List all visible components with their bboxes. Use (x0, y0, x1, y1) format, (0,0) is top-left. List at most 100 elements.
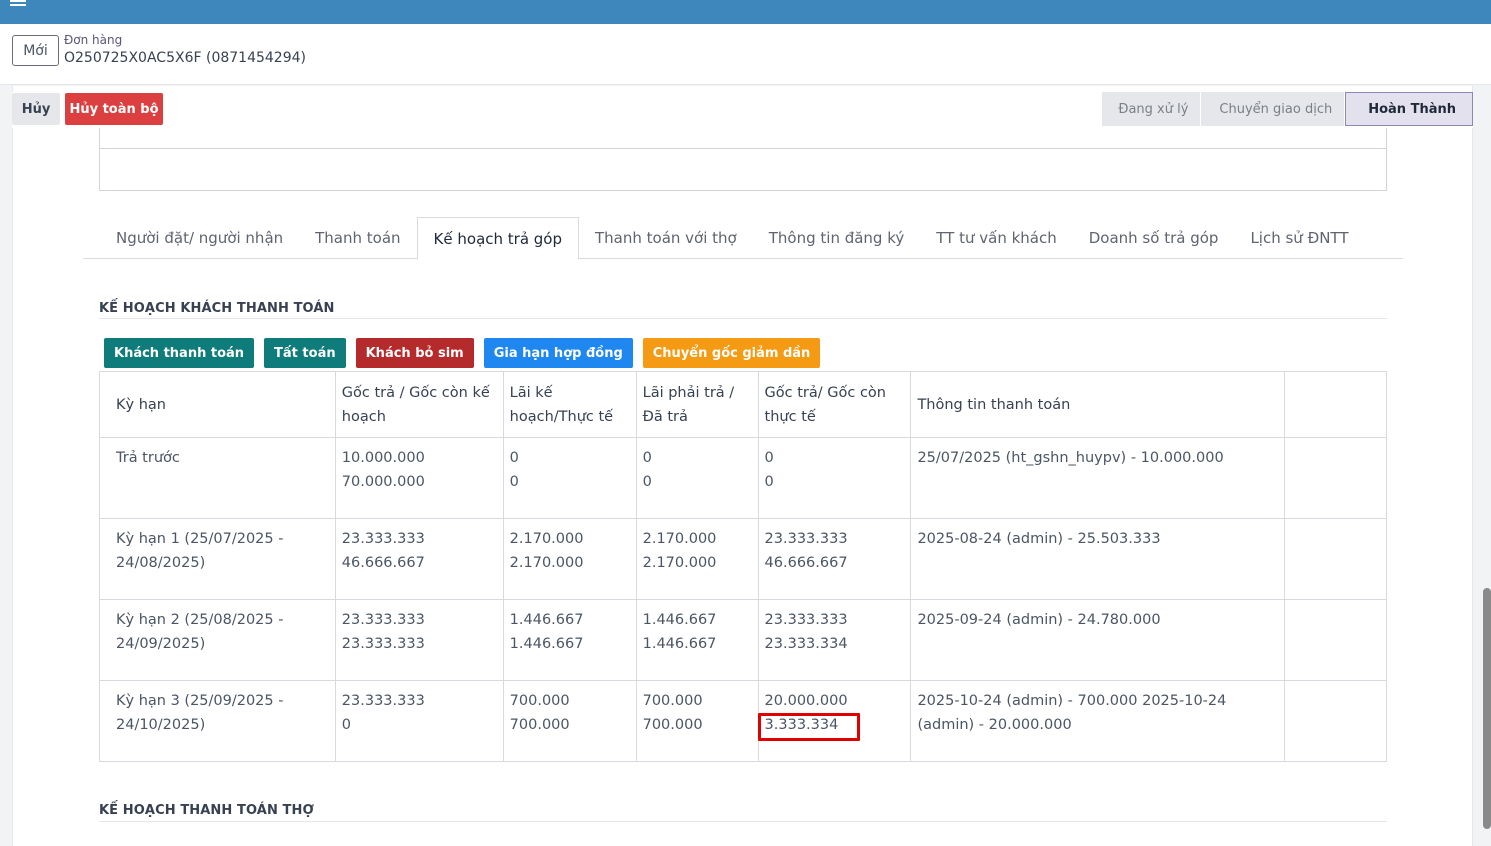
cell-value: 46.666.667 (764, 555, 848, 571)
payment-info-cell: 2025-09-24 (admin) - 24.780.000 (910, 599, 1286, 681)
cell-value: 1.446.667 (509, 612, 584, 628)
status-bar: Hủy Hủy toàn bộ Đang xử lý Chuyển giao d… (12, 92, 1473, 128)
empty-cell (1284, 680, 1387, 762)
term-cell: Trả trước (99, 437, 336, 519)
cell-value: 23.333.333 (341, 693, 425, 709)
plan-interest-cell: 700.000 700.000 (502, 680, 637, 762)
cell-value: 2.170.000 (642, 555, 717, 571)
plan-interest-cell: 00 (502, 437, 637, 519)
cell-value: 700.000 (642, 717, 703, 733)
actual-principal-cell: 23.333.333 46.666.667 (757, 518, 912, 600)
column-header: Lãi kế hoạch/Thực tế (502, 371, 637, 438)
divider (1386, 128, 1387, 148)
cell-value: 1.446.667 (642, 612, 717, 628)
cell-value: 700.000 (509, 693, 570, 709)
interest-paid-cell: 1.446.667 1.446.667 (635, 599, 759, 681)
cell-value: 0 (509, 450, 519, 466)
cell-value: 23.333.333 (341, 636, 425, 652)
cell-value: 0 (764, 450, 774, 466)
decreasing-principal-button[interactable]: Chuyển gốc giảm dần (642, 338, 821, 368)
plan-principal-cell: 23.333.333 0 (334, 680, 504, 762)
action-buttons: Khách thanh toán Tất toán Khách bỏ sim G… (104, 338, 821, 368)
column-header: Lãi phải trả / Đã trả (635, 371, 759, 438)
cell-value: 70.000.000 (341, 474, 425, 490)
cell-value: 1.446.667 (642, 636, 717, 652)
tab-payment-history[interactable]: Lịch sử ĐNTT (1234, 217, 1364, 259)
column-header: Thông tin thanh toán (910, 371, 1286, 438)
customer-pay-button[interactable]: Khách thanh toán (104, 338, 255, 368)
cell-value: 0 (509, 474, 519, 490)
cell-value: 10.000.000 (341, 450, 425, 466)
empty-cell (1284, 437, 1387, 519)
divider (99, 318, 1387, 319)
cell-value: 2.170.000 (509, 555, 584, 571)
interest-paid-cell: 2.170.000 2.170.000 (635, 518, 759, 600)
column-header: Gốc trả / Gốc còn kế hoạch (334, 371, 504, 438)
cancel-all-button[interactable]: Hủy toàn bộ (65, 93, 163, 125)
tab-worker-payment[interactable]: Thanh toán với thợ (579, 217, 753, 259)
customer-drop-sim-button[interactable]: Khách bỏ sim (355, 338, 474, 368)
cell-value: 20.000.000 (764, 693, 848, 709)
empty-cell (1284, 599, 1387, 681)
cell-value: 23.333.333 (764, 612, 848, 628)
actual-principal-cell: 23.333.333 23.333.334 (757, 599, 912, 681)
table-row[interactable]: Kỳ hạn 2 (25/08/2025 - 24/09/2025) 23.33… (99, 599, 1387, 681)
cell-value: 0 (642, 474, 652, 490)
plan-principal-cell: 10.000.000 70.000.000 (334, 437, 504, 519)
term-cell: Kỳ hạn 1 (25/07/2025 - 24/08/2025) (99, 518, 336, 600)
cell-value: 2.170.000 (509, 531, 584, 547)
cell-value: 23.333.333 (341, 612, 425, 628)
interest-paid-cell: 700.000 700.000 (635, 680, 759, 762)
stage-processing[interactable]: Đang xử lý (1102, 92, 1202, 126)
cell-value: 46.666.667 (341, 555, 425, 571)
cancel-button[interactable]: Hủy (12, 93, 60, 125)
settle-button[interactable]: Tất toán (264, 338, 346, 368)
stage-completed[interactable]: Hoàn Thành (1345, 92, 1473, 126)
cell-value: 0 (341, 717, 352, 733)
actual-principal-cell: 00 (757, 437, 912, 519)
installment-plan-table: Kỳ hạn Gốc trả / Gốc còn kế hoạch Lãi kế… (99, 371, 1387, 762)
cell-value: 0 (642, 450, 652, 466)
new-button[interactable]: Mới (12, 35, 59, 66)
tab-installment-sales[interactable]: Doanh số trả góp (1073, 217, 1235, 259)
stage-pipeline: Đang xử lý Chuyển giao dịch Hoàn Thành (1102, 92, 1473, 126)
term-cell: Kỳ hạn 3 (25/09/2025 - 24/10/2025) (99, 680, 336, 762)
interest-paid-cell: 00 (635, 437, 759, 519)
notebook-tabs: Người đặt/ người nhận Thanh toán Kế hoạc… (83, 217, 1403, 260)
plan-principal-cell: 23.333.333 23.333.333 (334, 599, 504, 681)
column-header: Kỳ hạn (99, 371, 336, 438)
breadcrumb-current: O250725X0AC5X6F (0871454294) (64, 50, 306, 66)
field-box (99, 148, 1387, 191)
cell-value: 0 (764, 474, 774, 490)
cell-value: 1.446.667 (509, 636, 584, 652)
top-navbar (0, 0, 1491, 24)
tab-customer-consulting[interactable]: TT tư vấn khách (920, 217, 1072, 259)
divider (99, 128, 100, 148)
tab-installment-plan[interactable]: Kế hoạch trả góp (416, 217, 580, 260)
table-row[interactable]: Kỳ hạn 3 (25/09/2025 - 24/10/2025) 23.33… (99, 680, 1387, 762)
table-header-row: Kỳ hạn Gốc trả / Gốc còn kế hoạch Lãi kế… (99, 371, 1387, 438)
term-cell: Kỳ hạn 2 (25/08/2025 - 24/09/2025) (99, 599, 336, 681)
control-panel: Mới Đơn hàng O250725X0AC5X6F (0871454294… (0, 24, 1491, 85)
tab-registration-info[interactable]: Thông tin đăng ký (753, 217, 921, 259)
tab-payment[interactable]: Thanh toán (299, 217, 416, 259)
table-row[interactable]: Kỳ hạn 1 (25/07/2025 - 24/08/2025) 23.33… (99, 518, 1387, 600)
cell-value: 2.170.000 (642, 531, 717, 547)
stage-transfer[interactable]: Chuyển giao dịch (1201, 92, 1346, 126)
section-title-customer-plan: KẾ HOẠCH KHÁCH THANH TOÁN (99, 301, 335, 316)
breadcrumb-parent[interactable]: Đơn hàng (64, 33, 122, 47)
divider (99, 821, 1387, 822)
payment-info-cell: 2025-10-24 (admin) - 700.000 2025-10-24 … (910, 680, 1286, 762)
highlight-box (758, 713, 860, 741)
table-row[interactable]: Trả trước 10.000.000 70.000.000 00 00 00 … (99, 437, 1387, 519)
cell-value: 23.333.333 (341, 531, 425, 547)
payment-info-cell: 2025-08-24 (admin) - 25.503.333 (910, 518, 1286, 600)
extend-contract-button[interactable]: Gia hạn hợp đồng (483, 338, 633, 368)
column-header: Gốc trả/ Gốc còn thực tế (757, 371, 912, 438)
menu-icon[interactable] (10, 0, 26, 8)
section-title-worker-plan: KẾ HOẠCH THANH TOÁN THỢ (99, 803, 314, 818)
scrollbar-thumb[interactable] (1483, 588, 1491, 829)
tab-orderer-receiver[interactable]: Người đặt/ người nhận (83, 217, 299, 259)
cell-value: 23.333.334 (764, 636, 848, 652)
empty-cell (1284, 518, 1387, 600)
